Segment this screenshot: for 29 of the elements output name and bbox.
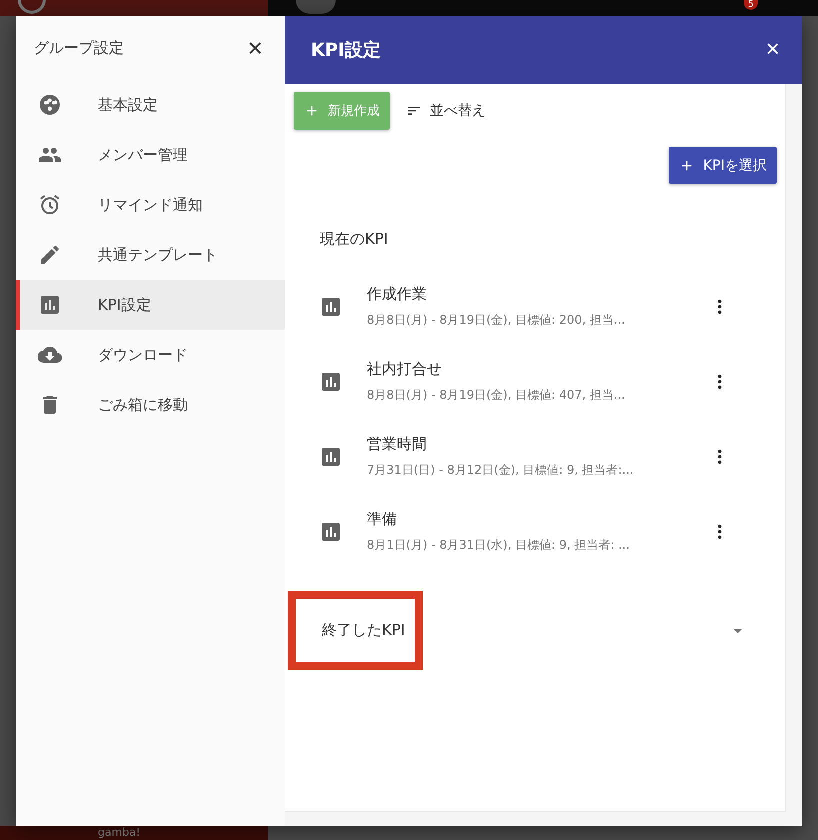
alarm-clock-icon [38, 193, 62, 217]
bar-chart-icon [38, 293, 62, 317]
sidebar-item[interactable]: 基本設定 [16, 80, 285, 130]
expandable-section[interactable]: 終了したKPI [288, 591, 424, 670]
sidebar-item[interactable]: ダウンロード [16, 330, 285, 380]
select-kpi-button[interactable]: KPIを選択 [669, 147, 777, 184]
kpi-title: 準備 [367, 510, 398, 528]
app-logo: gamba! [98, 826, 141, 840]
sort-button[interactable]: 並べ替え [406, 102, 486, 120]
kpi-detail: 8月8日(月) - 8月19日(金), 目標値: 407, 担当... [367, 386, 626, 404]
sidebar-item[interactable]: リマインド通知 [16, 180, 285, 230]
dialog-title: KPI設定 [311, 39, 381, 62]
notification-badge: 5 [744, 0, 758, 10]
kpi-detail: 8月1日(月) - 8月31日(水), 目標値: 9, 担当者: ... [367, 536, 631, 554]
close-button[interactable]: × [248, 35, 263, 61]
sidebar-title: グループ設定 [34, 38, 124, 58]
sidebar-item[interactable]: ごみ箱に移動 [16, 380, 285, 430]
pencil-icon [38, 243, 62, 267]
close-button[interactable]: × [766, 38, 780, 62]
sidebar-item[interactable]: 共通テンプレート [16, 230, 285, 280]
sidebar-item[interactable]: KPI設定 [16, 280, 285, 330]
palette-icon [38, 93, 62, 117]
kpi-title: 作成作業 [367, 284, 428, 304]
kpi-title: 営業時間 [367, 434, 428, 454]
kpi-detail: 7月31日(日) - 8月12日(金), 目標値: 9, 担当者:... [367, 462, 635, 478]
section-heading: 現在のKPI [320, 230, 390, 249]
sidebar-item[interactable]: メンバー管理 [16, 130, 285, 180]
kpi-detail: 8月8日(月) - 8月19日(金), 目標値: 200, 担当... [367, 312, 626, 328]
kpi-title: 社内打合せ [367, 360, 443, 378]
